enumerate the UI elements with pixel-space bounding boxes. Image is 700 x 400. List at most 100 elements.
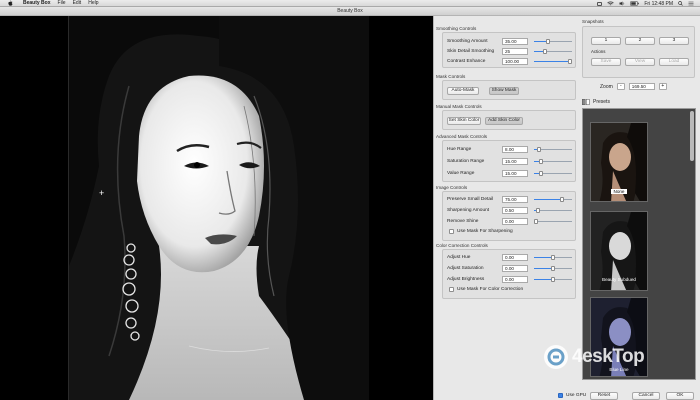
zoom-in-button[interactable]: +: [658, 83, 667, 90]
presets-header: Presets: [582, 97, 610, 106]
use-gpu-box[interactable]: [558, 393, 563, 398]
remove-shine-row: Remove Shine 0.00: [447, 217, 572, 225]
adjust-hue-field[interactable]: 0.00: [502, 253, 528, 261]
reset-button[interactable]: Reset: [590, 392, 618, 400]
wifi-icon[interactable]: [607, 1, 615, 6]
image-controls-title: Image Controls: [436, 185, 468, 190]
preserve-detail-label: Preserve Small Detail: [447, 196, 494, 202]
sharpening-amount-field[interactable]: 0.50: [502, 206, 528, 214]
beauty-box-window: Beauty Box + Smoothing Controls Smoothin…: [0, 7, 700, 400]
adjust-hue-row: Adjust Hue 0.00: [447, 253, 572, 261]
photo-frame[interactable]: [68, 16, 369, 400]
snapshots-title: Snapshots: [582, 19, 604, 24]
adjust-saturation-slider[interactable]: [534, 265, 572, 272]
sharpening-amount-row: Sharpening Amount 0.50: [447, 206, 572, 214]
value-range-field[interactable]: 15.00: [502, 169, 528, 177]
watermark: 4eskTop: [544, 345, 645, 369]
apple-icon[interactable]: [6, 0, 14, 6]
snapshot-1-button[interactable]: 1: [591, 37, 621, 45]
saturation-range-slider[interactable]: [534, 158, 572, 165]
battery-icon[interactable]: [630, 1, 640, 6]
cancel-button[interactable]: Cancel: [632, 392, 660, 400]
saturation-range-field[interactable]: 15.00: [502, 157, 528, 165]
mask-controls-title: Mask Controls: [436, 74, 466, 79]
sharpening-amount-slider[interactable]: [534, 207, 572, 214]
remove-shine-slider[interactable]: [534, 218, 572, 225]
set-skin-color-button[interactable]: Set Skin Color: [447, 117, 481, 125]
snapshot-view-button[interactable]: View: [625, 58, 655, 66]
zoom-out-button[interactable]: -: [616, 83, 625, 90]
menubar-clock[interactable]: Fri 12:48 PM: [644, 1, 673, 7]
add-skin-color-button[interactable]: Add Skin Color: [485, 117, 523, 125]
hue-range-slider[interactable]: [534, 146, 572, 153]
preserve-detail-field[interactable]: 75.00: [502, 195, 528, 203]
menu-help[interactable]: Help: [88, 0, 98, 6]
adjust-saturation-row: Adjust Saturation 0.00: [447, 264, 572, 272]
volume-icon[interactable]: [619, 1, 625, 6]
contrast-enhance-slider[interactable]: [534, 58, 572, 65]
value-range-row: Value Range 15.00: [447, 169, 572, 177]
portrait-image: [69, 16, 369, 400]
zoom-field[interactable]: 169.50: [628, 83, 655, 90]
grid-view-icon[interactable]: [582, 98, 590, 105]
status-area: Fri 12:48 PM: [597, 0, 694, 7]
hue-range-row: Hue Range 8.00: [447, 145, 572, 153]
use-gpu-label: Use GPU: [566, 393, 587, 398]
snapshot-load-button[interactable]: Load: [659, 58, 689, 66]
preset-label-none[interactable]: None: [583, 189, 655, 194]
skin-detail-field[interactable]: 25: [502, 47, 528, 55]
contrast-enhance-label: Contrast Enhance: [447, 58, 486, 64]
presets-scrollbar[interactable]: [690, 111, 694, 161]
preserve-detail-slider[interactable]: [534, 196, 572, 203]
presets-list[interactable]: None Beauty Subdued Blue Line: [582, 108, 696, 380]
snapshot-3-button[interactable]: 3: [659, 37, 689, 45]
snapshot-save-button[interactable]: Save: [591, 58, 621, 66]
contrast-enhance-field[interactable]: 100.00: [502, 57, 528, 65]
remove-shine-field[interactable]: 0.00: [502, 217, 528, 225]
use-mask-color-label: Use Mask For Color Correction: [457, 287, 524, 292]
use-mask-color-box[interactable]: [449, 287, 454, 292]
use-mask-color-checkbox[interactable]: Use Mask For Color Correction: [449, 287, 523, 292]
auto-mask-button[interactable]: Auto-Mask: [447, 87, 479, 95]
list-icon[interactable]: [688, 1, 694, 6]
menu-file[interactable]: File: [58, 0, 66, 6]
window-title: Beauty Box: [0, 7, 700, 16]
watermark-logo-icon: [544, 345, 568, 369]
menu-app-name[interactable]: Beauty Box: [23, 0, 51, 6]
smoothing-amount-field[interactable]: 35.00: [502, 37, 528, 45]
adjust-saturation-field[interactable]: 0.00: [502, 264, 528, 272]
zoom-label: Zoom: [600, 83, 613, 90]
saturation-range-label: Saturation Range: [447, 158, 485, 164]
smoothing-amount-row: Smoothing Amount 35.00: [447, 37, 572, 45]
color-correction-title: Color Correction Controls: [436, 243, 488, 248]
smoothing-amount-label: Smoothing Amount: [447, 38, 488, 44]
image-controls-group: Preserve Small Detail 75.00 Sharpening A…: [442, 191, 576, 241]
camera-icon[interactable]: [597, 1, 603, 6]
adjust-brightness-slider[interactable]: [534, 276, 572, 283]
advanced-mask-title: Advanced Mask Controls: [436, 134, 488, 139]
snapshot-2-button[interactable]: 2: [625, 37, 655, 45]
search-icon[interactable]: [678, 1, 683, 6]
smoothing-amount-slider[interactable]: [534, 38, 572, 45]
actions-label: Actions: [591, 49, 606, 54]
hue-range-field[interactable]: 8.00: [502, 145, 528, 153]
show-mask-button[interactable]: Show Mask: [489, 87, 519, 95]
control-panel: Smoothing Controls Smoothing Amount 35.0…: [433, 16, 700, 400]
smoothing-controls-group: Smoothing Amount 35.00 Skin Detail Smoot…: [442, 32, 576, 68]
saturation-range-row: Saturation Range 15.00: [447, 157, 572, 165]
presets-label: Presets: [593, 98, 610, 105]
ok-button[interactable]: OK: [666, 392, 694, 400]
watermark-text: 4eskTop: [572, 346, 645, 367]
preset-label-beauty-subdued[interactable]: Beauty Subdued: [583, 277, 655, 282]
use-mask-sharpening-box[interactable]: [449, 229, 454, 234]
use-gpu-checkbox[interactable]: Use GPU: [558, 393, 586, 398]
image-preview[interactable]: +: [0, 16, 433, 400]
adjust-hue-label: Adjust Hue: [447, 254, 471, 260]
skin-detail-slider[interactable]: [534, 48, 572, 55]
use-mask-sharpening-checkbox[interactable]: Use Mask For Sharpening: [449, 229, 513, 234]
menu-edit[interactable]: Edit: [73, 0, 82, 6]
value-range-slider[interactable]: [534, 170, 572, 177]
adjust-brightness-field[interactable]: 0.00: [502, 275, 528, 283]
adjust-hue-slider[interactable]: [534, 254, 572, 261]
skin-detail-row: Skin Detail Smoothing 25: [447, 47, 572, 55]
